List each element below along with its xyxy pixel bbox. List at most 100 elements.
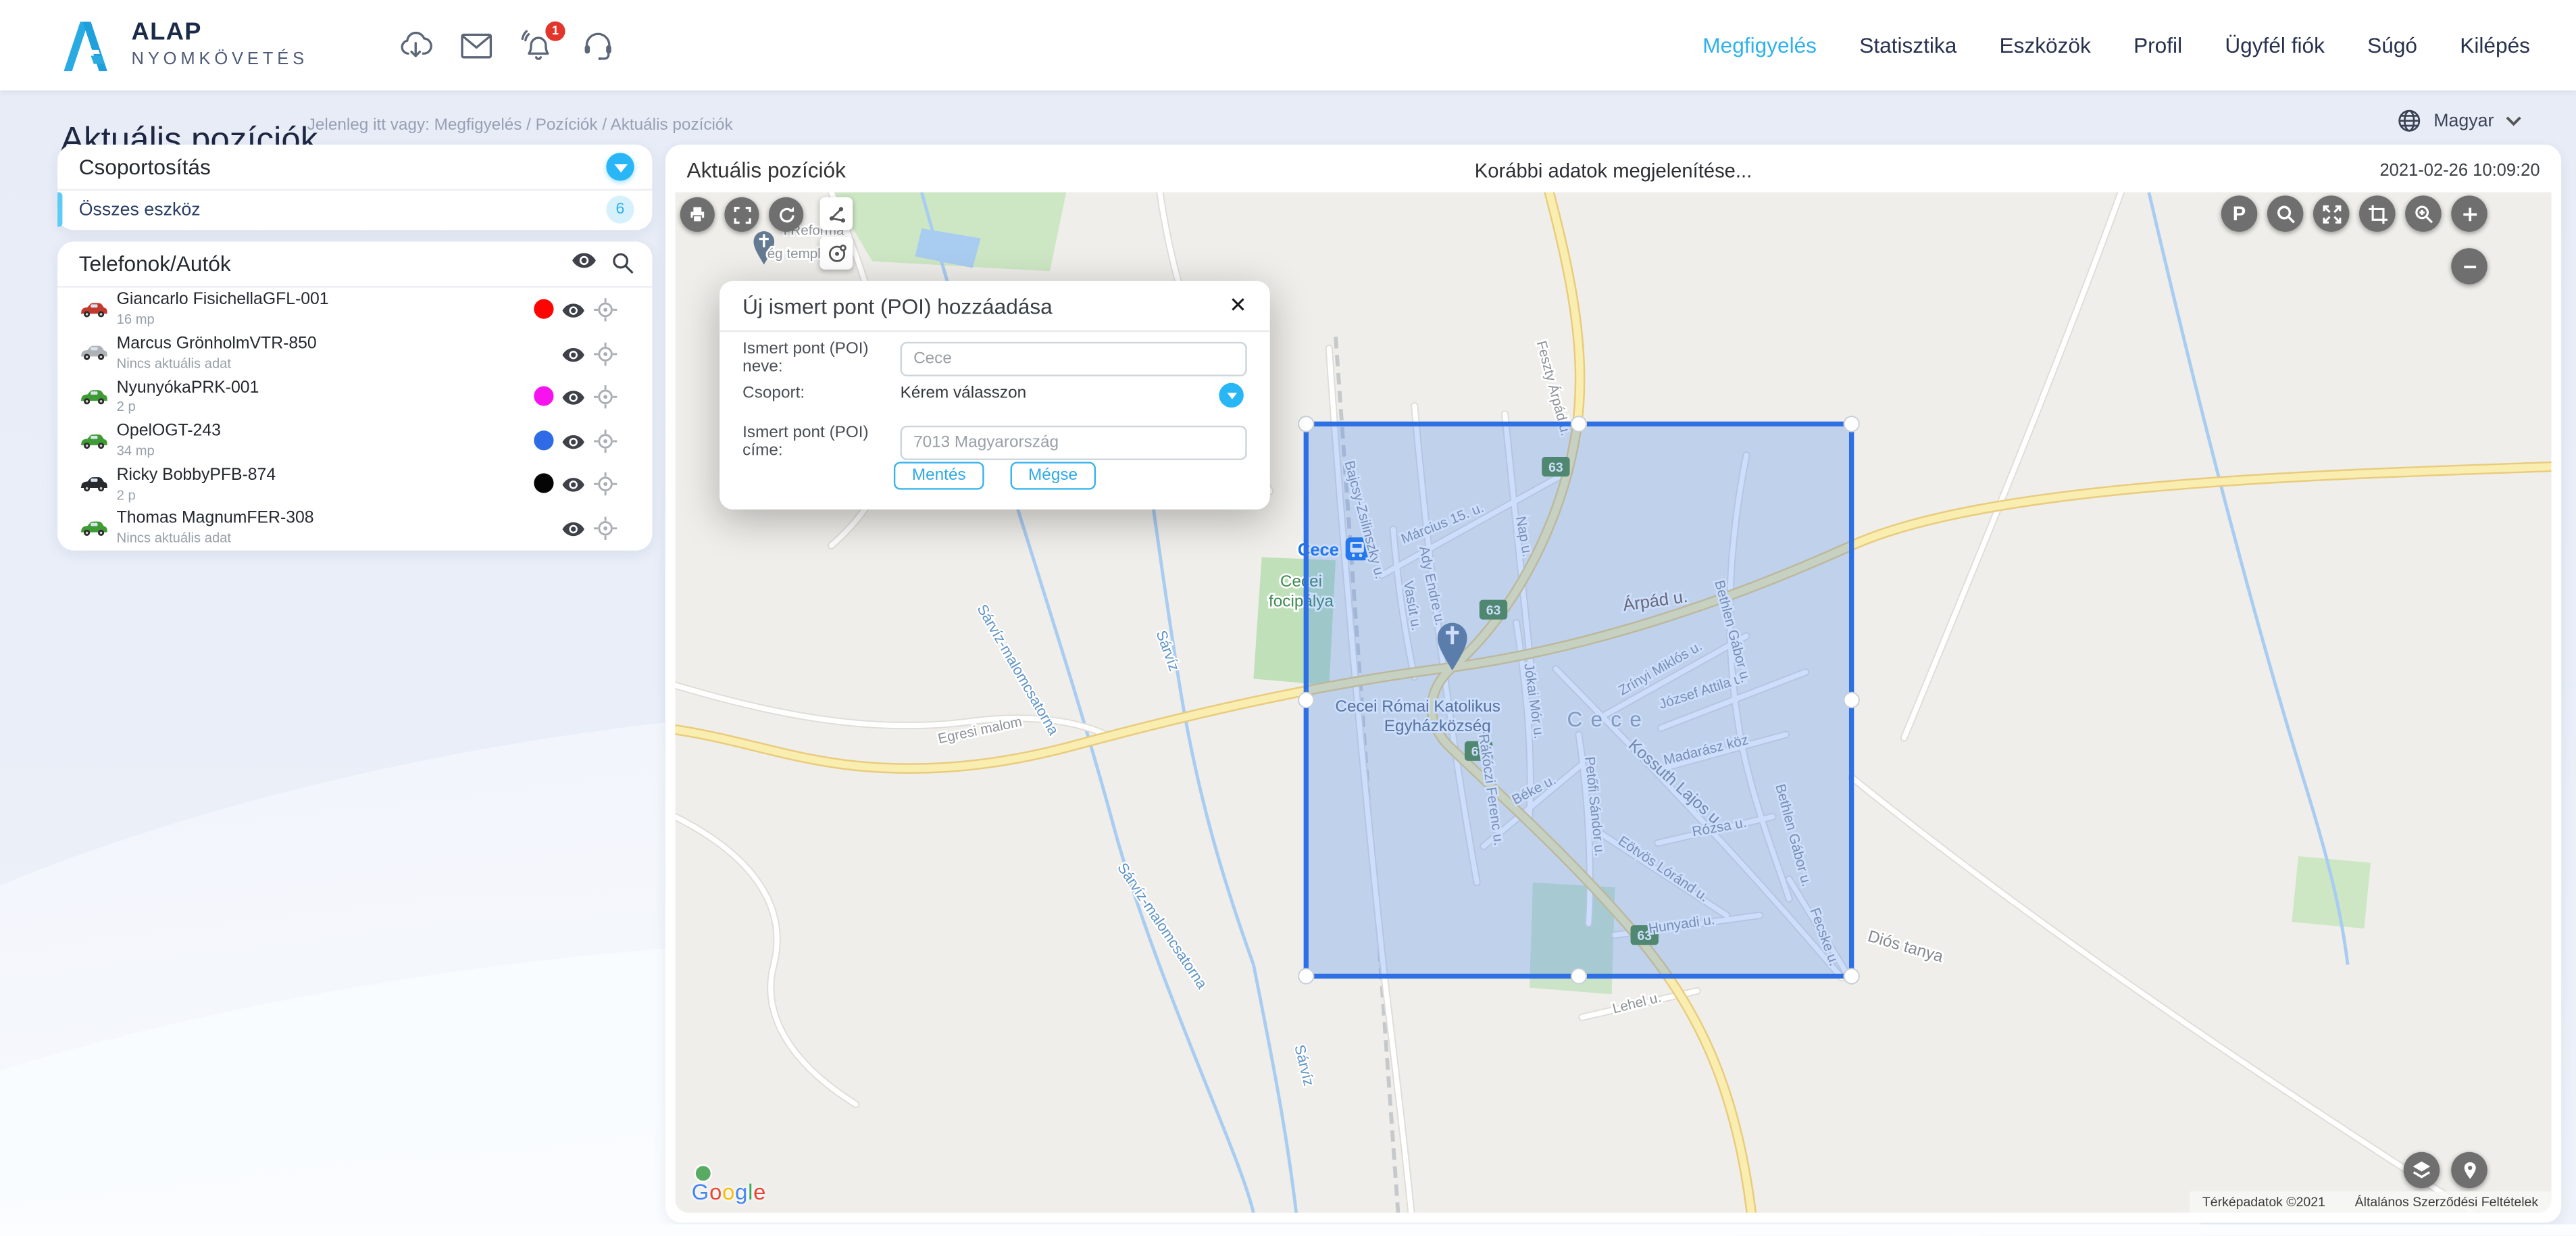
expand-button[interactable] xyxy=(2313,195,2349,231)
device-row[interactable]: Giancarlo FisichellaGFL-00116 mp xyxy=(57,288,652,332)
map-tools-left xyxy=(680,197,803,232)
device-row[interactable]: Ricky BobbyPFB-8742 p xyxy=(57,462,652,506)
eye-icon[interactable] xyxy=(562,302,585,318)
eye-icon[interactable] xyxy=(562,433,585,449)
fullscreen-button[interactable] xyxy=(724,197,759,232)
poi-button[interactable]: P xyxy=(2221,195,2257,231)
add-poi-modal: Új ismert pont (POI) hozzáadása ✕ Ismert… xyxy=(719,281,1270,510)
layers-button[interactable] xyxy=(2404,1152,2440,1188)
locate-icon[interactable] xyxy=(593,472,617,497)
cancel-button[interactable]: Mégse xyxy=(1010,462,1095,489)
device-status: Nincs aktuális adat xyxy=(117,529,314,545)
language-label: Magyar xyxy=(2433,111,2494,130)
crop-area-button[interactable] xyxy=(2359,195,2395,231)
selection-handle[interactable] xyxy=(1844,416,1859,431)
top-bar: ALAP NYOMKÖVETÉS xyxy=(0,0,2576,91)
eye-icon[interactable] xyxy=(562,477,585,493)
save-button[interactable]: Mentés xyxy=(894,462,984,489)
cloud-download-icon[interactable] xyxy=(397,27,433,63)
google-logo-letter: o xyxy=(709,1180,722,1204)
nav-item[interactable]: Megfigyelés xyxy=(1702,33,1817,57)
refresh-button[interactable] xyxy=(769,197,803,232)
locate-icon[interactable] xyxy=(593,297,617,322)
terms-link[interactable]: Általános Szerződési Feltételek xyxy=(2355,1195,2538,1210)
measure-radius-button[interactable] xyxy=(819,237,853,270)
sidebar-item-all-devices[interactable]: Összes eszköz 6 xyxy=(57,191,652,228)
map-panel-header: Aktuális pozíciók Korábbi adatok megjele… xyxy=(665,145,2561,193)
locate-icon[interactable] xyxy=(593,341,617,366)
google-logo-letter: G xyxy=(692,1180,709,1204)
locate-icon[interactable] xyxy=(593,428,617,453)
grouping-panel: Csoportosítás Összes eszköz 6 xyxy=(57,145,652,230)
zoom-area-button[interactable] xyxy=(2405,195,2441,231)
nav-item[interactable]: Kilépés xyxy=(2460,33,2530,57)
language-selector[interactable]: Magyar xyxy=(2398,108,2522,132)
selection-handle[interactable] xyxy=(1571,968,1586,983)
google-logo[interactable]: Google xyxy=(692,1180,766,1204)
car-icon xyxy=(79,519,110,537)
mail-icon[interactable] xyxy=(458,27,494,63)
device-status: 2 p xyxy=(117,398,259,414)
main-nav: Megfigyelés Statisztika Eszközök Profil Ügyf… xyxy=(1702,0,2530,91)
google-logo-letter: o xyxy=(722,1180,735,1204)
collapse-chevron-button[interactable] xyxy=(606,153,634,180)
poi-selection-rectangle[interactable] xyxy=(1298,416,1859,983)
group-dropdown-button[interactable] xyxy=(1219,383,1243,407)
device-row[interactable]: Marcus GrönholmVTR-850Nincs aktuális ada… xyxy=(57,331,652,375)
car-icon xyxy=(79,301,110,319)
poi-name-input[interactable] xyxy=(901,341,1247,376)
device-row[interactable]: Thomas MagnumFER-308Nincs aktuális adat xyxy=(57,506,652,550)
selection-handle[interactable] xyxy=(1844,693,1859,708)
car-icon xyxy=(79,388,110,406)
map-tools-right: P xyxy=(2221,195,2487,231)
modal-title: Új ismert pont (POI) hozzáadása xyxy=(742,293,1053,318)
poi-group-label: Csoport: xyxy=(742,385,900,403)
zoom-in-button[interactable] xyxy=(2451,195,2487,231)
device-row[interactable]: OpelOGT-24334 mp xyxy=(57,419,652,463)
search-icon[interactable] xyxy=(611,251,636,276)
poi-address-input[interactable] xyxy=(901,425,1247,460)
modal-buttons: Mentés Mégse xyxy=(719,462,1270,489)
close-icon[interactable]: ✕ xyxy=(1229,293,1247,319)
notifications-bell-icon[interactable]: 1 xyxy=(519,27,555,63)
print-button[interactable] xyxy=(680,197,715,232)
header-icon-group: 1 xyxy=(397,0,615,91)
bottom-strip xyxy=(0,1225,2576,1236)
brand-logo-icon[interactable] xyxy=(59,11,109,79)
nav-item[interactable]: Ügyfél fiók xyxy=(2225,33,2325,57)
globe-icon xyxy=(2398,108,2422,132)
selection-handle[interactable] xyxy=(1298,416,1313,431)
modal-header: Új ismert pont (POI) hozzáadása ✕ xyxy=(719,281,1270,332)
poi-address-row: Ismert pont (POI) címe: xyxy=(742,424,1247,460)
eye-icon[interactable] xyxy=(562,346,585,362)
toggle-all-visibility-eye-icon[interactable] xyxy=(572,251,596,276)
selection-handle[interactable] xyxy=(1298,968,1313,983)
locate-icon[interactable] xyxy=(593,516,617,541)
nav-item[interactable]: Súgó xyxy=(2367,33,2417,57)
nav-item[interactable]: Profil xyxy=(2133,33,2182,57)
search-map-button[interactable] xyxy=(2267,195,2303,231)
selection-handle[interactable] xyxy=(1844,968,1859,983)
device-color-dot xyxy=(534,387,553,406)
locate-icon[interactable] xyxy=(593,385,617,409)
zoom-out-button[interactable] xyxy=(2451,248,2487,284)
measure-distance-button[interactable] xyxy=(819,197,853,230)
selection-handle[interactable] xyxy=(1298,693,1313,708)
google-logo-letter: g xyxy=(735,1180,748,1204)
history-link[interactable]: Korábbi adatok megjelenítése... xyxy=(665,159,2561,182)
poi-group-row: Csoport: Kérem válasszon xyxy=(742,385,1247,403)
eye-icon[interactable] xyxy=(562,390,585,406)
device-name: Marcus GrönholmVTR-850 xyxy=(117,335,317,354)
support-headset-icon[interactable] xyxy=(580,27,615,63)
device-color-dot xyxy=(534,299,553,319)
nav-item[interactable]: Eszközök xyxy=(2000,33,2091,57)
eye-icon[interactable] xyxy=(562,521,585,537)
device-marker[interactable] xyxy=(695,1165,711,1181)
marker-button[interactable] xyxy=(2451,1152,2487,1188)
nav-item[interactable]: Statisztika xyxy=(1859,33,1956,57)
devices-title: Telefonok/Autók xyxy=(79,251,231,276)
brand-subtitle: NYOMKÖVETÉS xyxy=(132,49,308,69)
all-devices-label: Összes eszköz xyxy=(79,199,201,219)
device-row[interactable]: NyunyókaPRK-0012 p xyxy=(57,375,652,419)
selection-handle[interactable] xyxy=(1571,416,1586,431)
